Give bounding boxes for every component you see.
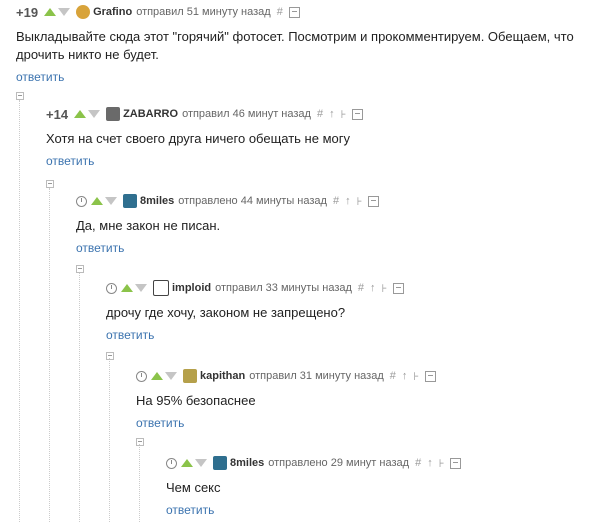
branch-icon[interactable]: ⊦ <box>439 457 445 470</box>
reply-link[interactable]: ответить <box>166 503 214 517</box>
reply-link[interactable]: ответить <box>16 70 64 84</box>
comment-author[interactable]: 8miles <box>230 457 264 469</box>
vote-down-icon[interactable] <box>195 459 207 467</box>
comment-header: +14 ZABARRO отправил 46 минут назад # ↑ … <box>46 104 586 124</box>
comment-header: 8miles отправлено 29 минут назад # ↑ ⊦ <box>166 453 586 473</box>
save-icon[interactable] <box>288 6 300 18</box>
comment-header: 8miles отправлено 44 минуты назад # ↑ ⊦ <box>76 191 586 211</box>
comment: kapithan отправил 31 минуту назад # ↑ ⊦ … <box>136 366 586 432</box>
comment-time[interactable]: отправлено 44 минуты назад <box>178 195 327 207</box>
save-icon[interactable] <box>393 282 405 294</box>
clock-icon <box>166 457 177 469</box>
clock-icon <box>106 282 117 294</box>
thread-line <box>139 444 140 522</box>
vote-up-icon[interactable] <box>181 459 193 467</box>
comment-time[interactable]: отправил 33 минуты назад <box>215 282 352 294</box>
avatar[interactable] <box>153 280 169 296</box>
avatar[interactable] <box>106 107 121 121</box>
thread-line <box>79 272 80 522</box>
parent-comment-icon[interactable]: ↑ <box>329 108 335 120</box>
avatar[interactable] <box>213 456 227 470</box>
branch-icon[interactable]: ⊦ <box>413 370 419 383</box>
comment-author[interactable]: 8miles <box>140 195 174 207</box>
vote-up-icon[interactable] <box>44 8 57 16</box>
comment: +14 ZABARRO отправил 46 минут назад # ↑ … <box>46 104 586 170</box>
comment-header: kapithan отправил 31 минуту назад # ↑ ⊦ <box>136 366 586 386</box>
comment-rating: +14 <box>46 106 69 122</box>
reply-link[interactable]: ответить <box>76 241 124 255</box>
comment-time[interactable]: отправил 51 минуту назад <box>136 6 271 18</box>
comment-rating: +19 <box>16 4 39 20</box>
comment-author[interactable]: imploid <box>172 282 211 294</box>
comment-author[interactable]: kapithan <box>200 370 245 382</box>
thread-line <box>109 358 110 522</box>
permalink-icon[interactable]: # <box>277 6 283 18</box>
vote-down-icon[interactable] <box>105 197 117 205</box>
save-icon[interactable] <box>425 370 437 382</box>
avatar[interactable] <box>76 5 91 19</box>
collapse-thread-icon[interactable] <box>16 92 24 100</box>
parent-comment-icon[interactable]: ↑ <box>370 282 376 294</box>
vote-up-icon[interactable] <box>121 284 133 292</box>
comment-time[interactable]: отправил 31 минуту назад <box>249 370 384 382</box>
vote-down-icon[interactable] <box>58 8 71 16</box>
avatar[interactable] <box>183 369 197 383</box>
save-icon[interactable] <box>352 108 364 120</box>
comment-text: Да, мне закон не писан. <box>76 218 221 233</box>
save-icon[interactable] <box>450 457 462 469</box>
permalink-icon[interactable]: # <box>317 108 323 120</box>
comment: 8miles отправлено 29 минут назад # ↑ ⊦ Ч… <box>166 453 586 519</box>
comment-header: imploid отправил 33 минуты назад # ↑ ⊦ <box>106 278 586 298</box>
branch-icon[interactable]: ⊦ <box>341 108 347 121</box>
reply-link[interactable]: ответить <box>136 416 184 430</box>
permalink-icon[interactable]: # <box>415 457 421 469</box>
vote-down-icon[interactable] <box>165 372 177 380</box>
reply-link[interactable]: ответить <box>106 328 154 342</box>
parent-comment-icon[interactable]: ↑ <box>402 370 408 382</box>
comment: +19 Grafino отправил 51 минуту назад # В… <box>16 2 586 86</box>
comment-author[interactable]: ZABARRO <box>123 108 178 120</box>
clock-icon <box>136 370 147 382</box>
comment-header: +19 Grafino отправил 51 минуту назад # <box>16 2 586 22</box>
comment: imploid отправил 33 минуты назад # ↑ ⊦ д… <box>106 278 586 344</box>
collapse-thread-icon[interactable] <box>76 265 84 273</box>
comment: 8miles отправлено 44 минуты назад # ↑ ⊦ … <box>76 191 586 257</box>
comment-text: Выкладывайте сюда этот "горячий" фотосет… <box>16 29 574 62</box>
comment-text: Хотя на счет своего друга ничего обещать… <box>46 131 350 146</box>
vote-up-icon[interactable] <box>74 110 87 118</box>
vote-up-icon[interactable] <box>91 197 103 205</box>
collapse-thread-icon[interactable] <box>46 180 54 188</box>
comment-time[interactable]: отправил 46 минут назад <box>182 108 311 120</box>
comment-text: На 95% безопаснее <box>136 393 256 408</box>
vote-down-icon[interactable] <box>88 110 101 118</box>
thread-line <box>19 100 20 522</box>
collapse-thread-icon[interactable] <box>136 438 144 446</box>
vote-down-icon[interactable] <box>135 284 147 292</box>
reply-link[interactable]: ответить <box>46 154 94 168</box>
comment-text: Чем секс <box>166 480 221 495</box>
avatar[interactable] <box>123 194 137 208</box>
permalink-icon[interactable]: # <box>333 195 339 207</box>
branch-icon[interactable]: ⊦ <box>382 282 388 295</box>
save-icon[interactable] <box>368 195 380 207</box>
permalink-icon[interactable]: # <box>390 370 396 382</box>
comment-time[interactable]: отправлено 29 минут назад <box>268 457 409 469</box>
comment-text: дрочу где хочу, законом не запрещено? <box>106 305 346 320</box>
vote-up-icon[interactable] <box>151 372 163 380</box>
clock-icon <box>76 195 87 207</box>
collapse-thread-icon[interactable] <box>106 352 114 360</box>
branch-icon[interactable]: ⊦ <box>357 195 363 208</box>
parent-comment-icon[interactable]: ↑ <box>345 195 351 207</box>
parent-comment-icon[interactable]: ↑ <box>427 457 433 469</box>
permalink-icon[interactable]: # <box>358 282 364 294</box>
comment-author[interactable]: Grafino <box>93 6 132 18</box>
thread-line <box>49 188 50 522</box>
